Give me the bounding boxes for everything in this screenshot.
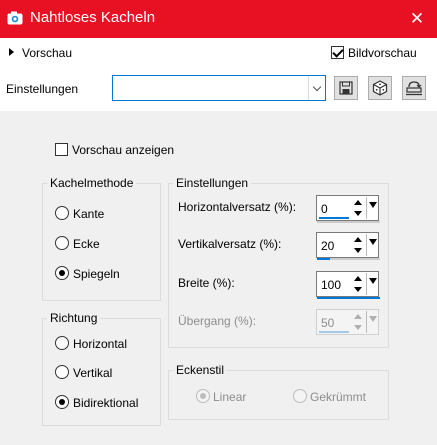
tiling-ecke-label: Ecke [73, 237, 100, 251]
bild-preview-checkbox[interactable] [331, 46, 344, 59]
settings-label: Einstellungen [6, 82, 79, 96]
vertical-offset-stepper[interactable] [351, 234, 364, 256]
transition-value: 50 [321, 316, 335, 330]
width-value: 100 [321, 278, 342, 292]
width-label: Breite (%): [178, 276, 235, 290]
show-preview-checkbox[interactable] [55, 143, 68, 156]
level-fill [317, 258, 330, 260]
transition-label: Übergang (%): [178, 314, 257, 328]
width-level-bar [317, 297, 380, 299]
save-icon [339, 81, 353, 95]
expand-arrow-icon[interactable] [9, 48, 14, 56]
settings-group-title: Einstellungen [173, 176, 252, 190]
randomize-button[interactable] [368, 76, 392, 100]
direction-horizontal-radio[interactable] [55, 336, 69, 350]
corner-curved-label: Gekrümmt [310, 390, 367, 404]
vertical-offset-value: 20 [321, 239, 335, 253]
width-slider-toggle[interactable] [366, 273, 378, 295]
horizontal-offset-value: 0 [321, 202, 328, 216]
transition-field: 50 [316, 309, 379, 335]
width-stepper[interactable] [351, 273, 364, 295]
arrow-down-icon[interactable] [354, 248, 362, 253]
corner-style-title: Eckenstil [173, 363, 228, 377]
horizontal-offset-stepper[interactable] [351, 197, 364, 219]
randomize-icon [372, 80, 388, 96]
horizontal-offset-label: Horizontalversatz (%): [178, 200, 297, 214]
camera-icon [7, 11, 23, 25]
close-button[interactable]: ✕ [406, 9, 428, 29]
transition-underline [319, 331, 349, 333]
preview-toggle-label[interactable]: Vorschau [22, 46, 72, 61]
tiling-kante-radio[interactable] [55, 206, 69, 220]
tiling-kante-label: Kante [73, 207, 105, 221]
arrow-down-icon[interactable] [354, 287, 362, 292]
tiling-ecke-radio[interactable] [55, 236, 69, 250]
chevron-down-icon[interactable] [308, 76, 325, 100]
level-fill [317, 297, 380, 299]
save-preset-button[interactable] [334, 76, 358, 100]
direction-bidirectional-radio[interactable] [55, 395, 69, 409]
direction-title: Richtung [47, 311, 101, 325]
focus-underline [319, 217, 349, 219]
vertical-offset-level-bar [317, 258, 380, 260]
direction-vertical-label: Vertikal [73, 366, 113, 380]
direction-bidirectional-label: Bidirektional [73, 396, 139, 410]
tiling-spiegeln-label: Spiegeln [73, 267, 120, 281]
transition-slider-toggle [366, 311, 378, 333]
corner-linear-radio [196, 389, 210, 403]
close-icon: ✕ [409, 9, 425, 28]
horizontal-offset-field[interactable]: 0 [316, 195, 380, 223]
transition-stepper [351, 311, 364, 333]
direction-horizontal-label: Horizontal [73, 337, 128, 351]
tiling-method-title: Kachelmethode [47, 176, 137, 190]
show-preview-label: Vorschau anzeigen [72, 143, 175, 157]
direction-vertical-radio[interactable] [55, 365, 69, 379]
arrow-down-icon[interactable] [354, 211, 362, 216]
bild-preview-label: Bildvorschau [348, 46, 417, 60]
arrow-up-icon[interactable] [354, 237, 362, 242]
arrow-up-icon[interactable] [354, 276, 362, 281]
vertical-offset-slider-toggle[interactable] [366, 234, 378, 256]
arrow-up-icon[interactable] [354, 200, 362, 205]
horizontal-offset-slider-toggle[interactable] [366, 197, 378, 219]
corner-linear-label: Linear [213, 390, 247, 404]
vertical-offset-field[interactable]: 20 [316, 232, 380, 260]
tiling-spiegeln-radio[interactable] [55, 266, 69, 280]
vertical-offset-label: Vertikalversatz (%): [178, 237, 282, 251]
corner-curved-radio [293, 389, 307, 403]
reset-button[interactable] [402, 76, 426, 100]
width-field[interactable]: 100 [316, 271, 380, 299]
reset-icon [406, 81, 422, 96]
window-title: Nahtloses Kacheln [30, 9, 156, 26]
arrow-up-icon [354, 314, 362, 319]
arrow-down-icon [354, 325, 362, 330]
preset-combo[interactable] [112, 75, 326, 101]
horizontal-offset-level-bar [317, 221, 380, 223]
